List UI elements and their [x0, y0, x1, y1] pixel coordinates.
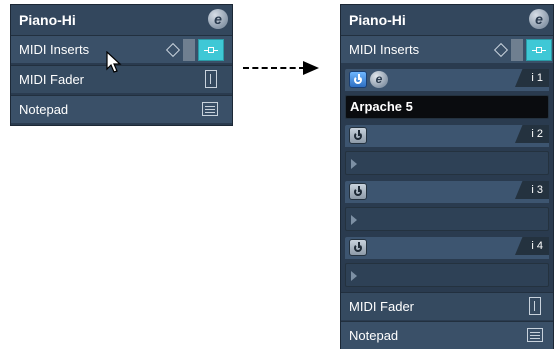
edit-e-icon[interactable]: e — [370, 71, 388, 88]
power-icon[interactable] — [349, 183, 367, 200]
diamond-icon[interactable] — [493, 42, 509, 58]
power-icon[interactable] — [349, 127, 367, 144]
midi-inserts-section[interactable]: MIDI Inserts — [341, 35, 553, 63]
track-inspector-expanded: Piano-Hi e MIDI Inserts e i 1 Arpache 5 … — [340, 4, 554, 349]
fader-icon — [529, 297, 541, 315]
play-arrow-icon — [351, 159, 357, 169]
midi-fader-label: MIDI Fader — [349, 299, 415, 314]
notepad-icon — [202, 102, 218, 116]
slider-block — [183, 39, 195, 61]
notepad-icon — [527, 328, 543, 342]
mouse-cursor-icon — [106, 51, 122, 73]
insert-plugin-field[interactable]: Arpache 5 — [345, 95, 549, 119]
diamond-icon[interactable] — [165, 42, 181, 58]
play-arrow-icon — [351, 271, 357, 281]
dashed-arrow-line — [243, 67, 305, 69]
power-icon[interactable] — [349, 71, 367, 88]
midi-inserts-label: MIDI Inserts — [19, 42, 90, 57]
insert-bypass-icon[interactable] — [526, 39, 552, 61]
slider-block — [511, 39, 523, 61]
notepad-section[interactable]: Notepad — [341, 321, 553, 349]
insert-slot-2: i 2 — [345, 125, 549, 181]
notepad-label: Notepad — [19, 102, 69, 117]
play-arrow-icon — [351, 215, 357, 225]
insert-bypass-icon[interactable] — [198, 39, 224, 61]
midi-fader-label: MIDI Fader — [19, 72, 85, 87]
power-icon[interactable] — [349, 239, 367, 256]
notepad-section[interactable]: Notepad — [11, 95, 232, 123]
track-name: Piano-Hi — [349, 12, 406, 28]
insert-slot-3: i 3 — [345, 181, 549, 237]
inspector-header[interactable]: Piano-Hi e — [11, 5, 232, 35]
insert-slot-1: e i 1 Arpache 5 — [345, 69, 549, 125]
fader-icon — [205, 70, 217, 88]
inspector-header[interactable]: Piano-Hi e — [341, 5, 553, 35]
edit-e-icon[interactable]: e — [529, 9, 549, 29]
notepad-label: Notepad — [349, 328, 399, 343]
insert-slot-4: i 4 — [345, 237, 549, 293]
dashed-arrow-head — [303, 61, 319, 75]
insert-plugin-field[interactable] — [345, 151, 549, 175]
track-name: Piano-Hi — [19, 12, 76, 28]
insert-plugin-field[interactable] — [345, 263, 549, 287]
plugin-name: Arpache 5 — [350, 99, 413, 114]
insert-plugin-field[interactable] — [345, 207, 549, 231]
midi-fader-section[interactable]: MIDI Fader — [341, 292, 553, 320]
edit-e-icon[interactable]: e — [208, 9, 228, 29]
midi-inserts-label: MIDI Inserts — [349, 42, 420, 57]
